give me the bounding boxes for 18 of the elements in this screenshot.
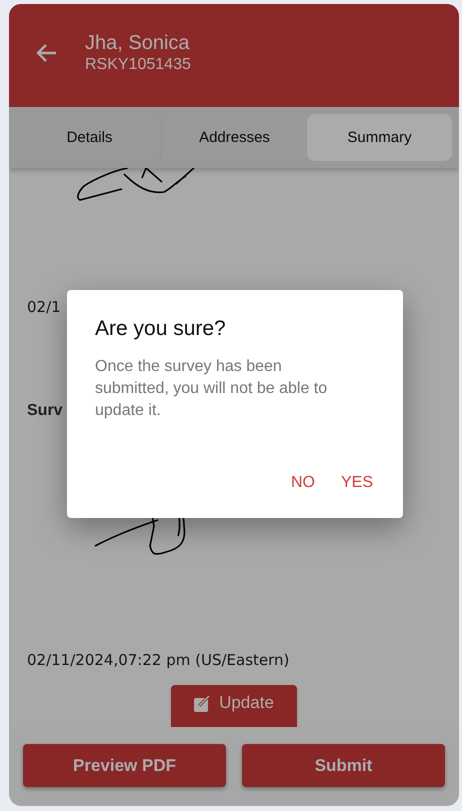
- tab[interactable]: Details: [17, 114, 162, 161]
- no-button[interactable]: NO: [282, 470, 323, 496]
- update-button[interactable]: Update: [171, 685, 297, 727]
- signature-date: 02/1: [27, 298, 61, 316]
- customer-name: Jha, Sonica: [85, 32, 191, 54]
- back-button[interactable]: [35, 42, 57, 62]
- tab[interactable]: Addresses: [162, 114, 307, 161]
- signature-date: 02/11/2024,07:22 pm (US/Eastern): [27, 651, 290, 669]
- preview-pdf-button[interactable]: Preview PDF: [23, 744, 226, 787]
- dialog-message: Once the survey has been submitted, you will not be able to update it.: [95, 357, 328, 421]
- customer-id: RSKY1051435: [85, 56, 191, 74]
- section-heading: Surv: [27, 402, 63, 420]
- back-arrow-icon: [35, 42, 57, 62]
- dialog-title: Are you sure?: [95, 317, 227, 341]
- tab[interactable]: Summary: [307, 114, 452, 161]
- yes-button[interactable]: YES: [332, 470, 381, 496]
- edit-icon: [194, 694, 212, 712]
- submit-button[interactable]: Submit: [242, 744, 445, 787]
